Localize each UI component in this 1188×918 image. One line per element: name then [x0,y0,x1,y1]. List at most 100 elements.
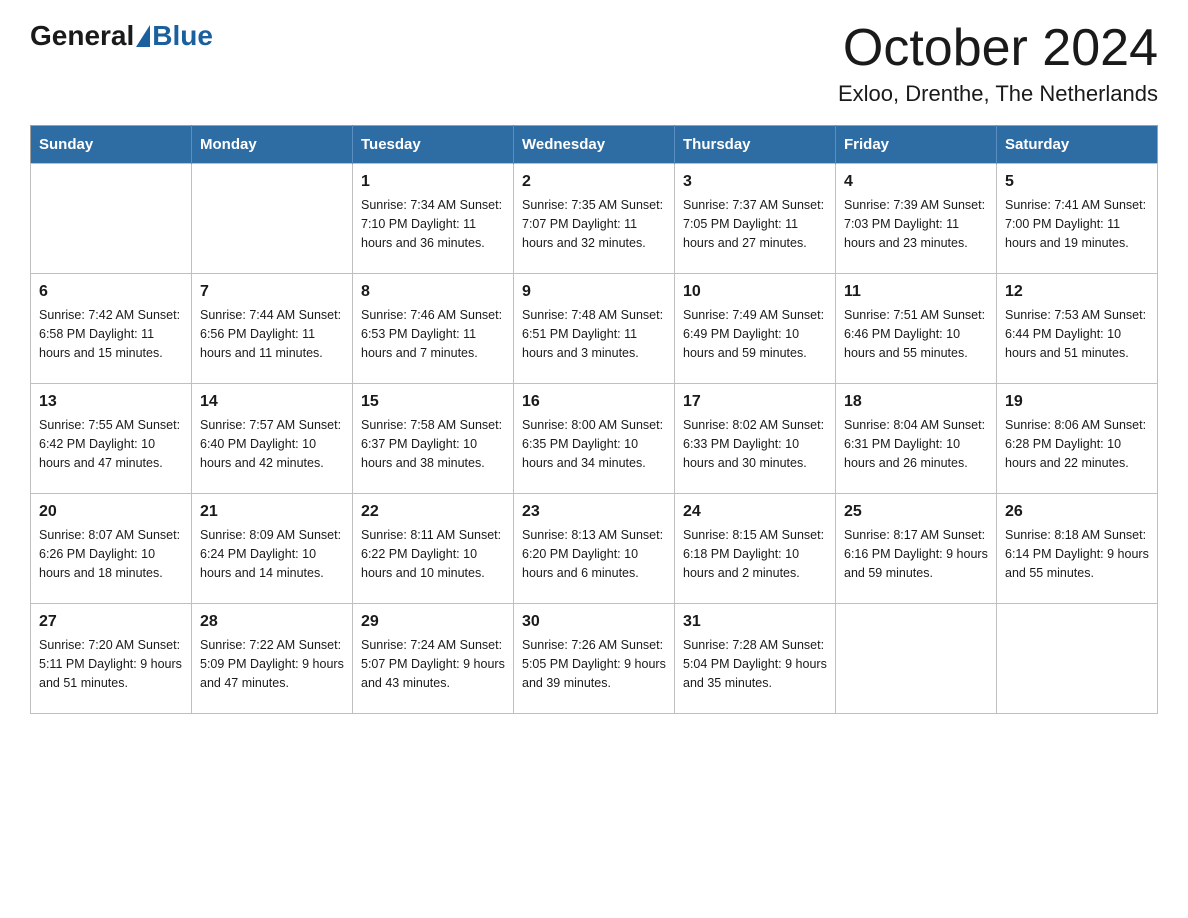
calendar-day-17: 17 Sunrise: 8:02 AM Sunset: 6:33 PM Dayli… [675,384,836,494]
day-info: Sunrise: 8:17 AM Sunset: 6:16 PM Dayligh… [844,526,988,582]
calendar-day-20: 20 Sunrise: 8:07 AM Sunset: 6:26 PM Dayli… [31,494,192,604]
day-info: Sunrise: 7:24 AM Sunset: 5:07 PM Dayligh… [361,636,505,692]
calendar-day-2: 2 Sunrise: 7:35 AM Sunset: 7:07 PM Daylig… [514,164,675,274]
calendar-day-28: 28 Sunrise: 7:22 AM Sunset: 5:09 PM Dayli… [192,604,353,714]
day-number: 4 [844,170,988,193]
day-number: 29 [361,610,505,633]
day-info: Sunrise: 7:46 AM Sunset: 6:53 PM Dayligh… [361,306,505,362]
day-info: Sunrise: 8:11 AM Sunset: 6:22 PM Dayligh… [361,526,505,582]
calendar-empty-cell [192,164,353,274]
day-number: 10 [683,280,827,303]
header: General Blue October 2024 Exloo, Drenthe… [30,20,1158,107]
day-number: 16 [522,390,666,413]
day-info: Sunrise: 7:51 AM Sunset: 6:46 PM Dayligh… [844,306,988,362]
calendar-day-31: 31Sunrise: 7:28 AM Sunset: 5:04 PM Dayli… [675,604,836,714]
weekday-header-friday: Friday [836,126,997,164]
day-info: Sunrise: 8:15 AM Sunset: 6:18 PM Dayligh… [683,526,827,582]
day-number: 15 [361,390,505,413]
day-number: 30 [522,610,666,633]
day-info: Sunrise: 8:13 AM Sunset: 6:20 PM Dayligh… [522,526,666,582]
weekday-header-saturday: Saturday [997,126,1158,164]
day-info: Sunrise: 7:39 AM Sunset: 7:03 PM Dayligh… [844,196,988,252]
weekday-header-wednesday: Wednesday [514,126,675,164]
day-info: Sunrise: 8:07 AM Sunset: 6:26 PM Dayligh… [39,526,183,582]
calendar-day-18: 18 Sunrise: 8:04 AM Sunset: 6:31 PM Dayli… [836,384,997,494]
calendar-empty-cell [997,604,1158,714]
calendar-day-11: 11 Sunrise: 7:51 AM Sunset: 6:46 PM Dayli… [836,274,997,384]
day-number: 25 [844,500,988,523]
logo-blue-text: Blue [152,20,213,52]
day-number: 8 [361,280,505,303]
day-info: Sunrise: 8:09 AM Sunset: 6:24 PM Dayligh… [200,526,344,582]
calendar-day-24: 24 Sunrise: 8:15 AM Sunset: 6:18 PM Dayli… [675,494,836,604]
weekday-header-tuesday: Tuesday [353,126,514,164]
calendar-day-10: 10Sunrise: 7:49 AM Sunset: 6:49 PM Dayli… [675,274,836,384]
calendar-day-7: 7 Sunrise: 7:44 AM Sunset: 6:56 PM Daylig… [192,274,353,384]
calendar-week-row: 6Sunrise: 7:42 AM Sunset: 6:58 PM Daylig… [31,274,1158,384]
day-number: 27 [39,610,183,633]
calendar-day-13: 13 Sunrise: 7:55 AM Sunset: 6:42 PM Dayli… [31,384,192,494]
day-info: Sunrise: 7:41 AM Sunset: 7:00 PM Dayligh… [1005,196,1149,252]
calendar-day-14: 14 Sunrise: 7:57 AM Sunset: 6:40 PM Dayli… [192,384,353,494]
day-info: Sunrise: 7:37 AM Sunset: 7:05 PM Dayligh… [683,196,827,252]
calendar-day-15: 15 Sunrise: 7:58 AM Sunset: 6:37 PM Dayli… [353,384,514,494]
day-number: 22 [361,500,505,523]
day-info: Sunrise: 7:48 AM Sunset: 6:51 PM Dayligh… [522,306,666,362]
calendar-day-12: 12Sunrise: 7:53 AM Sunset: 6:44 PM Dayli… [997,274,1158,384]
day-number: 17 [683,390,827,413]
day-number: 7 [200,280,344,303]
day-info: Sunrise: 7:58 AM Sunset: 6:37 PM Dayligh… [361,416,505,472]
calendar-day-3: 3 Sunrise: 7:37 AM Sunset: 7:05 PM Daylig… [675,164,836,274]
calendar-day-26: 26Sunrise: 8:18 AM Sunset: 6:14 PM Dayli… [997,494,1158,604]
calendar-week-row: 20 Sunrise: 8:07 AM Sunset: 6:26 PM Dayli… [31,494,1158,604]
day-number: 11 [844,280,988,303]
day-info: Sunrise: 7:55 AM Sunset: 6:42 PM Dayligh… [39,416,183,472]
day-info: Sunrise: 7:34 AM Sunset: 7:10 PM Dayligh… [361,196,505,252]
day-number: 28 [200,610,344,633]
day-info: Sunrise: 7:57 AM Sunset: 6:40 PM Dayligh… [200,416,344,472]
day-info: Sunrise: 8:18 AM Sunset: 6:14 PM Dayligh… [1005,526,1149,582]
day-info: Sunrise: 7:26 AM Sunset: 5:05 PM Dayligh… [522,636,666,692]
weekday-header-sunday: Sunday [31,126,192,164]
logo-triangle-icon [136,25,150,47]
calendar-day-9: 9Sunrise: 7:48 AM Sunset: 6:51 PM Daylig… [514,274,675,384]
logo: General Blue [30,20,213,52]
day-number: 18 [844,390,988,413]
calendar-day-30: 30 Sunrise: 7:26 AM Sunset: 5:05 PM Dayli… [514,604,675,714]
day-number: 3 [683,170,827,193]
day-number: 19 [1005,390,1149,413]
calendar-day-16: 16 Sunrise: 8:00 AM Sunset: 6:35 PM Dayli… [514,384,675,494]
calendar-empty-cell [836,604,997,714]
day-number: 2 [522,170,666,193]
day-info: Sunrise: 7:35 AM Sunset: 7:07 PM Dayligh… [522,196,666,252]
calendar-week-row: 27Sunrise: 7:20 AM Sunset: 5:11 PM Dayli… [31,604,1158,714]
calendar-week-row: 1 Sunrise: 7:34 AM Sunset: 7:10 PM Daylig… [31,164,1158,274]
day-info: Sunrise: 7:28 AM Sunset: 5:04 PM Dayligh… [683,636,827,692]
day-number: 1 [361,170,505,193]
day-info: Sunrise: 8:02 AM Sunset: 6:33 PM Dayligh… [683,416,827,472]
day-number: 24 [683,500,827,523]
day-number: 14 [200,390,344,413]
day-info: Sunrise: 7:22 AM Sunset: 5:09 PM Dayligh… [200,636,344,692]
calendar-day-6: 6Sunrise: 7:42 AM Sunset: 6:58 PM Daylig… [31,274,192,384]
day-info: Sunrise: 7:53 AM Sunset: 6:44 PM Dayligh… [1005,306,1149,362]
calendar-day-23: 23Sunrise: 8:13 AM Sunset: 6:20 PM Dayli… [514,494,675,604]
calendar-title: October 2024 [838,20,1158,77]
day-number: 13 [39,390,183,413]
weekday-header-monday: Monday [192,126,353,164]
calendar-day-22: 22 Sunrise: 8:11 AM Sunset: 6:22 PM Dayli… [353,494,514,604]
calendar-day-1: 1 Sunrise: 7:34 AM Sunset: 7:10 PM Daylig… [353,164,514,274]
calendar-day-5: 5 Sunrise: 7:41 AM Sunset: 7:00 PM Daylig… [997,164,1158,274]
day-info: Sunrise: 8:00 AM Sunset: 6:35 PM Dayligh… [522,416,666,472]
title-area: October 2024 Exloo, Drenthe, The Netherl… [838,20,1158,107]
day-number: 5 [1005,170,1149,193]
calendar-day-4: 4 Sunrise: 7:39 AM Sunset: 7:03 PM Daylig… [836,164,997,274]
day-info: Sunrise: 8:04 AM Sunset: 6:31 PM Dayligh… [844,416,988,472]
calendar-week-row: 13 Sunrise: 7:55 AM Sunset: 6:42 PM Dayli… [31,384,1158,494]
weekday-header-row: SundayMondayTuesdayWednesdayThursdayFrid… [31,126,1158,164]
calendar-day-29: 29 Sunrise: 7:24 AM Sunset: 5:07 PM Dayli… [353,604,514,714]
day-number: 20 [39,500,183,523]
day-info: Sunrise: 7:44 AM Sunset: 6:56 PM Dayligh… [200,306,344,362]
calendar-day-21: 21Sunrise: 8:09 AM Sunset: 6:24 PM Dayli… [192,494,353,604]
calendar-table: SundayMondayTuesdayWednesdayThursdayFrid… [30,125,1158,714]
